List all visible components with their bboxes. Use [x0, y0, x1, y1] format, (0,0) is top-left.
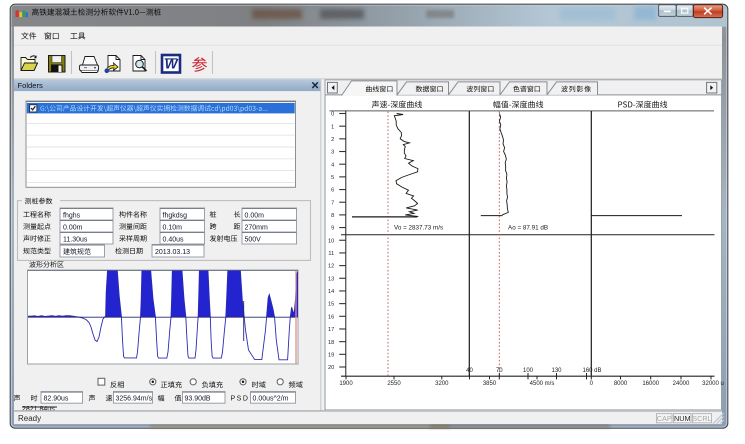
svg-text:NUM: NUM [674, 414, 691, 423]
svg-text:10: 10 [328, 238, 334, 244]
svg-text:14: 14 [328, 289, 334, 295]
svg-text:270mm: 270mm [245, 224, 269, 231]
svg-text:0.00m: 0.00m [63, 224, 83, 231]
svg-text:0.10m: 0.10m [163, 224, 183, 231]
svg-text:12: 12 [328, 264, 334, 270]
svg-text:CAP: CAP [657, 414, 672, 423]
svg-text:2013.03.13: 2013.03.13 [155, 249, 190, 256]
svg-text:15: 15 [328, 302, 334, 308]
svg-text:Ao = 87.91 dB: Ao = 87.91 dB [508, 225, 548, 232]
svg-text:fhgkdsg: fhgkdsg [163, 212, 188, 219]
svg-text:0.40us: 0.40us [163, 236, 185, 243]
svg-text:SCRL: SCRL [692, 414, 711, 423]
svg-text:160 dB: 160 dB [582, 368, 601, 374]
svg-text:Vo = 2837.73 m/s: Vo = 2837.73 m/s [394, 225, 443, 232]
svg-text:13: 13 [328, 276, 334, 282]
svg-text:4500 m/s: 4500 m/s [530, 381, 555, 387]
svg-text:1900: 1900 [339, 381, 353, 387]
svg-text:8: 8 [331, 213, 334, 219]
svg-text:Ready: Ready [18, 414, 41, 423]
svg-text:11: 11 [328, 251, 334, 257]
svg-text:18: 18 [328, 340, 334, 346]
svg-text:16: 16 [328, 314, 334, 320]
svg-text:fhghs: fhghs [63, 212, 81, 219]
svg-text:0: 0 [331, 112, 334, 118]
svg-text:24000: 24000 [673, 381, 690, 387]
svg-text:PSD: PSD [231, 396, 250, 403]
svg-text:6: 6 [331, 188, 334, 194]
svg-text:2: 2 [331, 137, 334, 143]
svg-text:82.90us: 82.90us [44, 396, 69, 403]
svg-text:93.90dB: 93.90dB [185, 396, 211, 403]
svg-text:11.30us: 11.30us [63, 236, 88, 243]
svg-text:5: 5 [331, 175, 334, 181]
svg-text:3850: 3850 [483, 381, 497, 387]
svg-text:7: 7 [331, 200, 334, 206]
svg-text:20: 20 [328, 365, 334, 371]
svg-text:16000: 16000 [642, 381, 659, 387]
svg-text:4: 4 [331, 162, 334, 168]
svg-text:100: 100 [523, 368, 534, 374]
svg-text:9: 9 [331, 226, 334, 232]
svg-text:70: 70 [496, 368, 503, 374]
svg-text:500V: 500V [245, 236, 262, 243]
svg-text:0.00us^2/m: 0.00us^2/m [253, 396, 289, 403]
svg-text:19: 19 [328, 352, 334, 358]
svg-text:3: 3 [331, 150, 334, 156]
svg-text:0.00m: 0.00m [245, 212, 265, 219]
svg-text:40: 40 [466, 368, 473, 374]
svg-text:2550: 2550 [387, 381, 401, 387]
svg-text:3200: 3200 [435, 381, 449, 387]
svg-text:130: 130 [551, 368, 562, 374]
svg-text:32000 u: 32000 u [702, 381, 724, 387]
svg-text:1: 1 [331, 124, 334, 130]
svg-text:3256.94m/s: 3256.94m/s [116, 396, 153, 403]
svg-text:17: 17 [328, 327, 334, 333]
svg-text:8000: 8000 [614, 381, 628, 387]
svg-text:Folders: Folders [18, 81, 44, 90]
